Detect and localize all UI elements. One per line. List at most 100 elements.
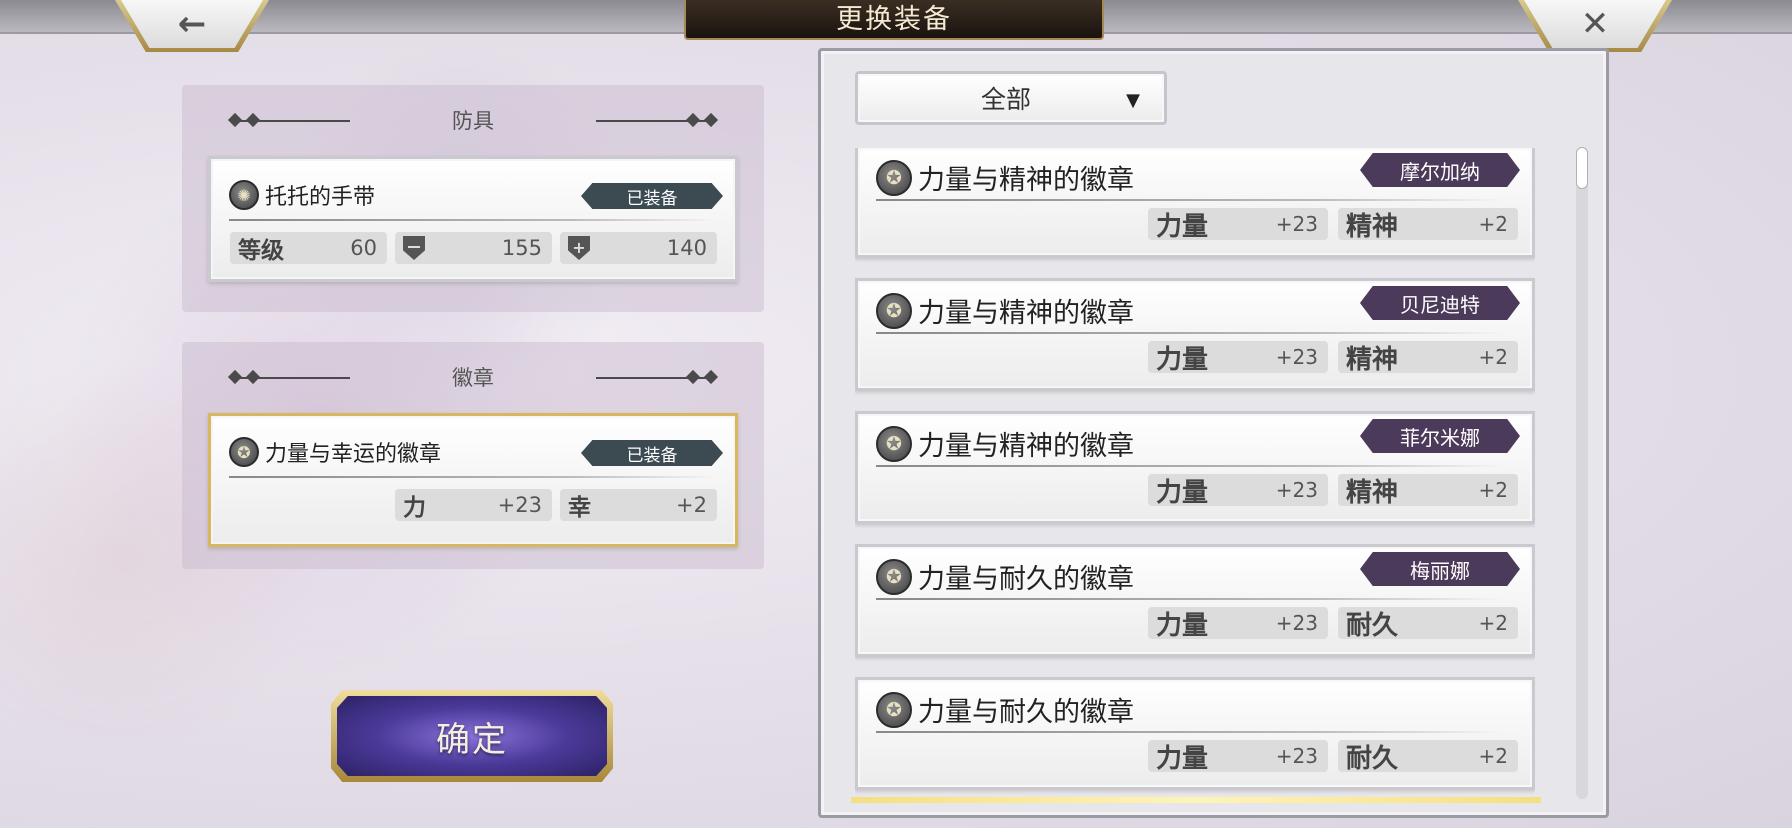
stat-label: 力量 (1156, 743, 1209, 774)
stat-value: +23 (497, 493, 542, 517)
list-item[interactable]: ✪ 力量与耐久的徽章 力量 +23 耐久 +2 (855, 677, 1535, 790)
equipped-badge: 已装备 (581, 183, 723, 209)
emblem-star-icon: ✪ (876, 691, 912, 728)
stat-value: +2 (1478, 744, 1508, 768)
ornament-right (596, 377, 716, 379)
emblem-star-icon: ✪ (229, 437, 259, 467)
item-name: 力量与幸运的徽章 (265, 442, 442, 467)
stat-label: 耐久 (1346, 610, 1399, 641)
stat-label: 力量 (1156, 477, 1209, 508)
emblem-star-icon: ✪ (876, 292, 912, 329)
item-name: 力量与精神的徽章 (918, 431, 1134, 462)
stat-strength: 力量 +23 (1148, 740, 1328, 774)
equipped-emblem-card[interactable]: ✪ 力量与幸运的徽章 已装备 力 +23 幸 +2 (208, 413, 738, 547)
stat-value: +2 (1478, 478, 1508, 502)
stat-label: 力量 (1156, 344, 1209, 375)
equipped-armor-card[interactable]: ✺ 托托的手带 已装备 等级 60 155 + 140 (208, 156, 738, 282)
list-item[interactable]: ✪ 力量与精神的徽章 摩尔加纳 力量 +23 精神 +2 (855, 148, 1535, 258)
divider (876, 598, 1504, 600)
stat-defense: 155 (395, 232, 552, 264)
stat-label: 力量 (1156, 211, 1209, 242)
stat-label: 精神 (1346, 477, 1399, 508)
emblem-star-icon: ✪ (876, 425, 912, 462)
list-item[interactable]: ✪ 力量与精神的徽章 菲尔米娜 力量 +23 精神 +2 (855, 411, 1535, 524)
chevron-down-icon: ▼ (1126, 90, 1140, 111)
emblem-star-icon: ✪ (876, 159, 912, 196)
stat-value: +2 (1478, 345, 1508, 369)
close-button[interactable]: ✕ (1518, 0, 1672, 52)
filter-selected: 全部 (980, 85, 1031, 114)
stat-label: 力 (403, 495, 426, 521)
stat-value: +23 (1275, 478, 1318, 502)
stat-label: 精神 (1346, 344, 1399, 375)
stat-value: 155 (501, 236, 542, 260)
stat-label: 等级 (238, 238, 284, 264)
divider (876, 332, 1504, 334)
list-item[interactable]: ✪ 力量与耐久的徽章 梅丽娜 力量 +23 耐久 +2 (855, 544, 1535, 657)
filter-dropdown[interactable]: 全部 ▼ (855, 71, 1167, 125)
owner-badge: 贝尼迪特 (1360, 286, 1520, 320)
confirm-button[interactable]: 确定 (331, 690, 613, 782)
stat-label: 耐久 (1346, 743, 1399, 774)
divider (229, 219, 717, 221)
stat-label: 精神 (1346, 211, 1399, 242)
stat-level: 等级 60 (230, 232, 387, 264)
page-title: 更换装备 (836, 3, 952, 35)
emblem-list[interactable]: ✪ 力量与精神的徽章 摩尔加纳 力量 +23 精神 +2 ✪ 力量与精神的徽章 贝尼… (855, 148, 1535, 808)
stat-value: +23 (1275, 611, 1318, 635)
armor-section: 防具 ✺ 托托的手带 已装备 等级 60 155 + 140 (182, 85, 764, 312)
close-icon: ✕ (1580, 4, 1610, 44)
stat-strength: 力量 +23 (1148, 607, 1328, 641)
stat-label: 力量 (1156, 610, 1209, 641)
stat-value: +2 (676, 493, 707, 517)
stat-value: +23 (1275, 212, 1318, 236)
stat-strength: 力量 +23 (1148, 341, 1328, 375)
stat-value: 60 (350, 236, 377, 260)
stat-value: +23 (1275, 744, 1318, 768)
emblem-star-icon: ✪ (876, 558, 912, 595)
title-plate: 更换装备 (684, 0, 1104, 40)
stat-secondary: 精神 +2 (1338, 474, 1518, 508)
divider (229, 476, 717, 478)
divider (876, 199, 1504, 201)
list-scrollbar[interactable] (1576, 147, 1588, 799)
item-name: 力量与耐久的徽章 (918, 564, 1134, 595)
owner-badge: 菲尔米娜 (1360, 419, 1520, 453)
next-item-highlight (851, 797, 1541, 803)
scrollbar-thumb[interactable] (1576, 147, 1588, 189)
stat-strength: 力量 +23 (1148, 208, 1328, 242)
back-arrow-icon: ← (177, 4, 207, 44)
shield-icon (403, 236, 425, 260)
confirm-label: 确定 (436, 719, 508, 760)
emblem-list-panel: 全部 ▼ ✪ 力量与精神的徽章 摩尔加纳 力量 +23 精神 +2 ✪ 力量与精神的… (818, 48, 1609, 818)
owner-badge: 梅丽娜 (1360, 552, 1520, 586)
stat-secondary: 耐久 +2 (1338, 607, 1518, 641)
item-name: 力量与耐久的徽章 (918, 697, 1134, 728)
stat-luck: 幸 +2 (560, 489, 717, 521)
ornament-right (596, 120, 716, 122)
divider (876, 731, 1504, 733)
item-name: 托托的手带 (265, 185, 376, 210)
stat-value: +2 (1478, 611, 1508, 635)
stat-label: 幸 (568, 495, 591, 521)
stat-value: +23 (1275, 345, 1318, 369)
emblem-section-title: 徽章 (452, 366, 494, 390)
stat-strength: 力量 +23 (1148, 474, 1328, 508)
stat-secondary: 耐久 +2 (1338, 740, 1518, 774)
item-name: 力量与精神的徽章 (918, 298, 1134, 329)
stat-value: 140 (666, 236, 707, 260)
equipped-badge: 已装备 (581, 440, 723, 466)
armband-icon: ✺ (229, 180, 259, 210)
list-item[interactable]: ✪ 力量与精神的徽章 贝尼迪特 力量 +23 精神 +2 (855, 278, 1535, 391)
stat-value: +2 (1478, 212, 1508, 236)
item-name: 力量与精神的徽章 (918, 165, 1134, 196)
emblem-section: 徽章 ✪ 力量与幸运的徽章 已装备 力 +23 幸 +2 (182, 342, 764, 569)
stat-secondary: 精神 +2 (1338, 208, 1518, 242)
armor-section-title: 防具 (452, 109, 494, 133)
shield-cross-icon: + (568, 236, 590, 260)
divider (876, 465, 1504, 467)
stat-strength: 力 +23 (395, 489, 552, 521)
stat-resistance: + 140 (560, 232, 717, 264)
owner-badge: 摩尔加纳 (1360, 153, 1520, 187)
stat-secondary: 精神 +2 (1338, 341, 1518, 375)
